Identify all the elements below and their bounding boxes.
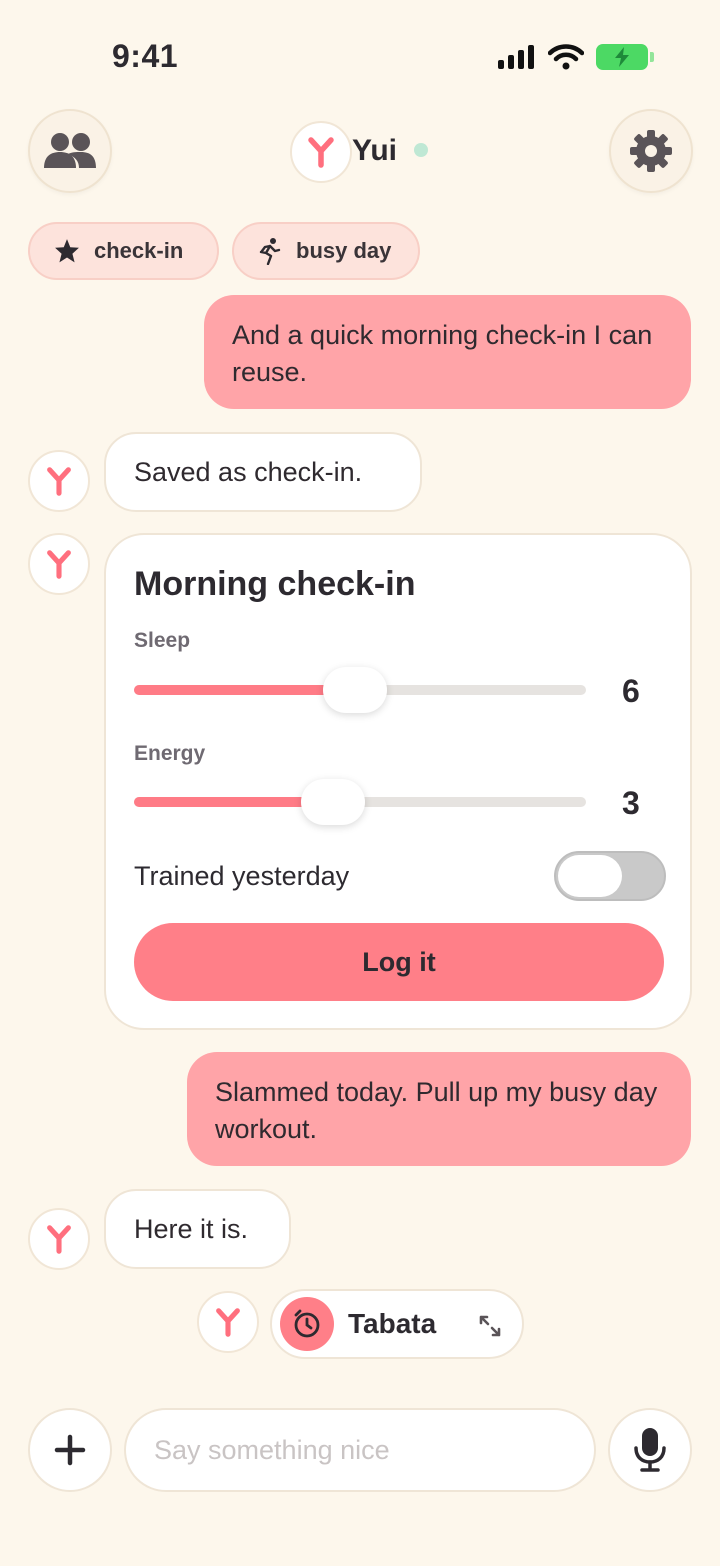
star-icon [55,239,79,263]
chip-label: check-in [94,238,184,263]
trained-yesterday-toggle[interactable] [554,851,666,901]
sleep-slider[interactable] [134,667,586,713]
log-it-button[interactable]: Log it [134,923,664,1001]
running-icon [259,238,281,265]
expand-icon[interactable] [478,1314,502,1338]
trained-yesterday-label: Trained yesterday [134,861,350,891]
yui-logo-icon [47,550,71,579]
yui-logo-icon [47,467,71,496]
energy-value: 3 [622,785,640,821]
yui-avatar[interactable] [290,121,352,183]
status-time: 9:41 [112,38,179,74]
plus-icon [54,1434,86,1466]
user-message: Slammed today. Pull up my busy day worko… [187,1052,691,1166]
energy-slider-thumb[interactable] [300,779,365,825]
people-icon [44,133,96,168]
chip-label: busy day [296,238,392,263]
sleep-slider-thumb[interactable] [323,667,388,713]
message-input[interactable] [124,1408,596,1492]
card-title: Morning check-in [134,565,416,603]
bot-avatar [28,1208,90,1270]
sleep-slider-fill [134,685,356,695]
bot-avatar [28,450,90,512]
energy-label: Energy [134,742,206,765]
people-button[interactable] [28,109,112,193]
yui-logo-icon [216,1308,240,1337]
microphone-button[interactable] [608,1408,692,1492]
cellular-signal-icon [498,45,534,69]
sleep-value: 6 [622,673,640,709]
wifi-icon [548,44,584,70]
add-button[interactable] [28,1408,112,1492]
bot-avatar [197,1291,259,1353]
checkin-card: Morning check-in Sleep 6 Energy 3 Traine… [104,533,692,1030]
contact-name: Yui [352,134,398,167]
energy-slider[interactable] [134,779,586,825]
yui-logo-icon [308,137,334,168]
status-icons [498,44,654,70]
chip-busy-day[interactable]: busy day [232,222,420,280]
chip-check-in[interactable]: check-in [28,222,219,280]
gear-icon [630,130,672,172]
tabata-workout-pill[interactable]: Tabata [270,1289,524,1359]
sleep-label: Sleep [134,629,191,652]
bot-avatar [28,533,90,595]
microphone-icon [634,1428,666,1472]
timer-icon [280,1297,334,1351]
online-status-dot [414,143,428,157]
yui-logo-icon [47,1225,71,1254]
user-message: And a quick morning check-in I can reuse… [204,295,691,409]
toggle-knob [558,855,622,897]
bot-message: Here it is. [104,1189,291,1269]
bot-message: Saved as check-in. [104,432,422,512]
battery-icon [596,44,654,70]
settings-button[interactable] [609,109,693,193]
workout-label: Tabata [348,1308,437,1339]
